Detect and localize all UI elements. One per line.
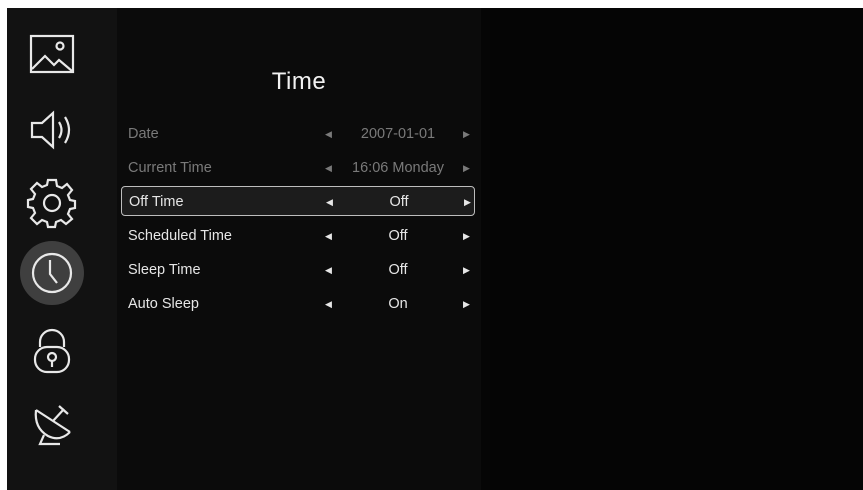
sound-icon[interactable] xyxy=(22,100,82,160)
auto-sleep-value: On xyxy=(388,296,408,312)
off-time-value: Off xyxy=(389,194,409,210)
arrow-right-icon[interactable]: ▶ xyxy=(463,296,470,312)
satellite-dish-icon[interactable] xyxy=(22,394,82,454)
sleep-time-value: Off xyxy=(388,262,408,278)
page-title: Time xyxy=(271,68,327,95)
arrow-left-icon: ◀ xyxy=(325,163,332,173)
date-value: 2007-01-01 xyxy=(360,126,436,142)
arrow-right-icon[interactable]: ▶ xyxy=(464,194,471,210)
arrow-left-icon[interactable]: ◀ xyxy=(326,194,333,210)
sleep-time-row[interactable]: Sleep Time ◀ Off ▶ xyxy=(121,255,475,285)
sleep-time-label: Sleep Time xyxy=(128,262,201,278)
auto-sleep-row[interactable]: Auto Sleep ◀ On ▶ xyxy=(121,289,475,319)
off-time-label: Off Time xyxy=(129,194,184,210)
off-time-row[interactable]: Off Time ◀ Off ▶ xyxy=(121,186,475,216)
scheduled-time-value: Off xyxy=(388,228,408,244)
date-label: Date xyxy=(128,126,159,142)
clock-icon[interactable] xyxy=(20,241,84,305)
current-time-value: 16:06 Monday xyxy=(352,160,444,176)
date-row: Date ◀ 2007-01-01 ▶ xyxy=(121,119,475,149)
arrow-left-icon[interactable]: ◀ xyxy=(325,228,332,244)
lock-icon[interactable] xyxy=(22,321,82,381)
picture-icon[interactable] xyxy=(22,25,82,85)
arrow-left-icon[interactable]: ◀ xyxy=(325,296,332,312)
current-time-row: Current Time ◀ 16:06 Monday ▶ xyxy=(121,153,475,183)
scheduled-time-label: Scheduled Time xyxy=(128,228,232,244)
arrow-left-icon: ◀ xyxy=(325,129,332,139)
current-time-label: Current Time xyxy=(128,160,212,176)
arrow-right-icon: ▶ xyxy=(463,163,470,173)
arrow-right-icon[interactable]: ▶ xyxy=(463,228,470,244)
auto-sleep-label: Auto Sleep xyxy=(128,296,199,312)
settings-gear-icon[interactable] xyxy=(22,174,82,234)
arrow-right-icon[interactable]: ▶ xyxy=(463,262,470,278)
arrow-right-icon: ▶ xyxy=(463,129,470,139)
arrow-left-icon[interactable]: ◀ xyxy=(325,262,332,278)
scheduled-time-row[interactable]: Scheduled Time ◀ Off ▶ xyxy=(121,221,475,251)
